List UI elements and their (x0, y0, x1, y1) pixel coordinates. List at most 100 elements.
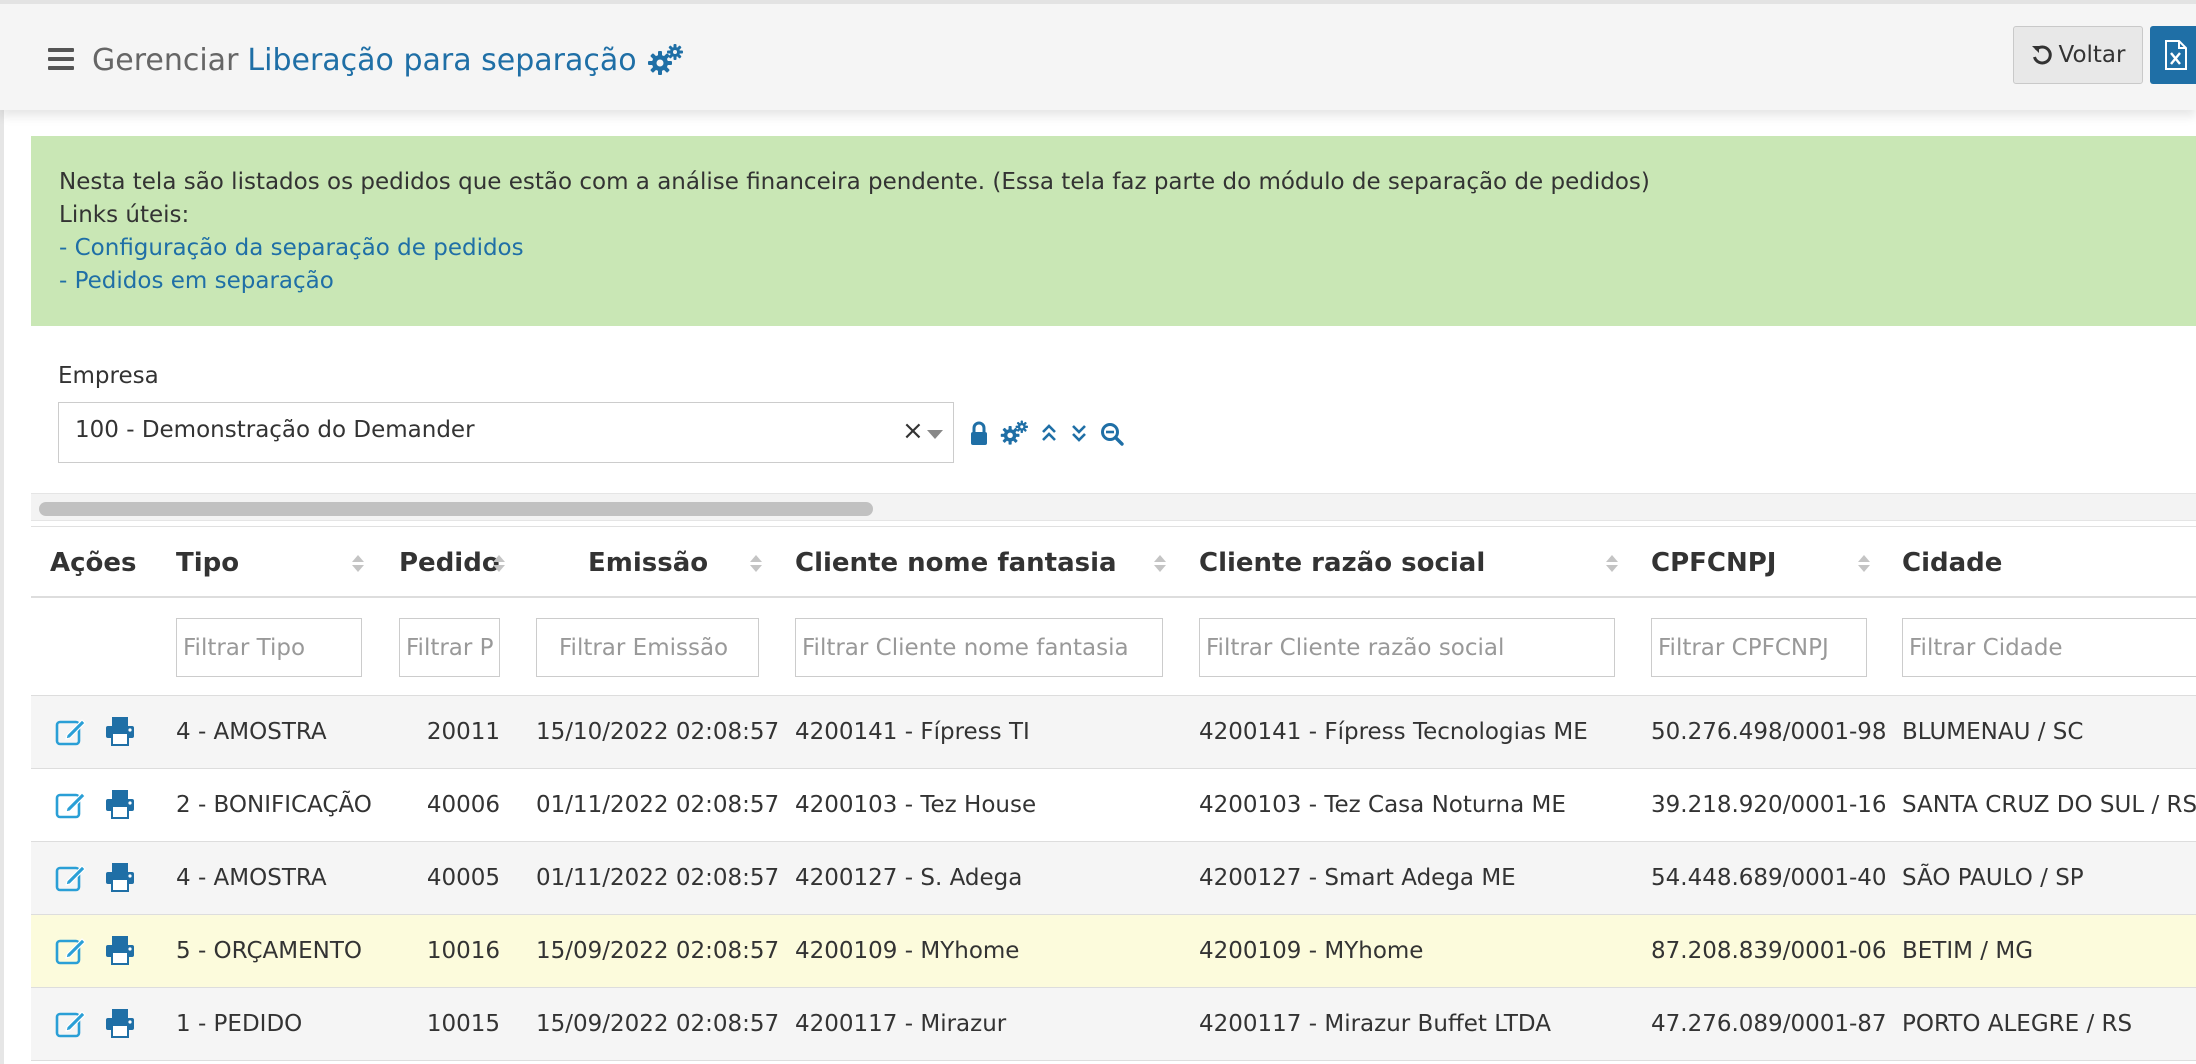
cell-tipo: 2 - BONIFICAÇÃO (176, 792, 372, 818)
cell-cpfcnpj: 47.276.089/0001-87 (1651, 1011, 1887, 1037)
table-row[interactable]: 4 - AMOSTRA 40005 01/11/2022 02:08:57 42001… (31, 842, 2196, 915)
cell-pedido: 20011 (426, 719, 500, 745)
expand-icon[interactable] (1070, 418, 1088, 448)
filter-razao-input[interactable] (1199, 618, 1615, 677)
orders-table: Ações Tipo Pedido Emissão Cliente nome f… (31, 526, 2196, 1061)
gears-icon[interactable] (1000, 418, 1028, 448)
cell-pedido: 10016 (426, 938, 500, 964)
zoom-out-icon[interactable] (1100, 418, 1126, 448)
cell-fantasia: 4200109 - MYhome (795, 938, 1020, 964)
lock-icon[interactable] (969, 418, 989, 448)
page: Gerenciar Liberação para separação Volta… (0, 0, 2196, 1064)
cell-razao: 4200141 - Fípress Tecnologias ME (1199, 719, 1588, 745)
edit-icon[interactable] (54, 787, 88, 821)
info-links-label: Links úteis: (59, 202, 190, 228)
filter-fantasia-input[interactable] (795, 618, 1163, 677)
print-icon[interactable] (103, 714, 137, 748)
cell-tipo: 1 - PEDIDO (176, 1011, 303, 1037)
sort-icon[interactable] (1858, 555, 1870, 573)
print-icon[interactable] (103, 1006, 137, 1040)
excel-file-icon (2165, 40, 2187, 70)
company-select-value: 100 - Demonstração do Demander (75, 417, 475, 443)
cell-cpfcnpj: 54.448.689/0001-40 (1651, 865, 1887, 891)
filter-row (31, 598, 2196, 696)
collapse-icon[interactable] (1040, 418, 1058, 448)
scrollbar-thumb[interactable] (39, 502, 873, 516)
cell-cidade: BETIM / MG (1902, 938, 2034, 964)
cell-razao: 4200127 - Smart Adega ME (1199, 865, 1516, 891)
cell-tipo: 4 - AMOSTRA (176, 719, 327, 745)
cell-cpfcnpj: 87.208.839/0001-06 (1651, 938, 1887, 964)
table-row[interactable]: 2 - BONIFICAÇÃO 40006 01/11/2022 02:08:57 4… (31, 769, 2196, 842)
filter-emissao-input[interactable] (536, 618, 759, 677)
filter-pedido-input[interactable] (399, 618, 500, 677)
cell-fantasia: 4200141 - Fípress TI (795, 719, 1030, 745)
chevron-down-icon[interactable] (927, 430, 943, 439)
table-body: 4 - AMOSTRA 20011 15/10/2022 02:08:57 42001… (31, 696, 2196, 1061)
cell-fantasia: 4200117 - Mirazur (795, 1011, 1007, 1037)
info-box: Nesta tela são listados os pedidos que e… (31, 136, 2196, 326)
col-header-razao[interactable]: Cliente razão social (1199, 527, 1485, 599)
cell-cidade: PORTO ALEGRE / RS (1902, 1011, 2133, 1037)
info-description: Nesta tela são listados os pedidos que e… (59, 169, 1650, 195)
cell-cpfcnpj: 39.218.920/0001-16 (1651, 792, 1887, 818)
cell-tipo: 5 - ORÇAMENTO (176, 938, 363, 964)
cell-cidade: SANTA CRUZ DO SUL / RS (1902, 792, 2196, 818)
filter-tipo-input[interactable] (176, 618, 362, 677)
cell-emissao: 15/10/2022 02:08:57 (536, 719, 780, 745)
cell-pedido: 40005 (426, 865, 500, 891)
col-header-cpfcnpj[interactable]: CPFCNPJ (1651, 527, 1776, 599)
page-title-prefix: Gerenciar (92, 42, 239, 78)
cell-pedido: 10015 (426, 1011, 500, 1037)
link-orders-in-separation[interactable]: - Pedidos em separação (59, 265, 2196, 298)
edit-icon[interactable] (54, 860, 88, 894)
top-bar: Gerenciar Liberação para separação Volta… (0, 0, 2196, 110)
edit-icon[interactable] (54, 933, 88, 967)
cell-emissao: 15/09/2022 02:08:57 (536, 938, 780, 964)
print-icon[interactable] (103, 933, 137, 967)
cell-cpfcnpj: 50.276.498/0001-98 (1651, 719, 1887, 745)
cell-cidade: SÃO PAULO / SP (1902, 865, 2084, 891)
edit-icon[interactable] (54, 714, 88, 748)
sort-icon[interactable] (1606, 555, 1618, 573)
horizontal-scrollbar[interactable] (31, 493, 2196, 521)
filter-cidade-input[interactable] (1902, 618, 2196, 677)
page-title: Gerenciar Liberação para separação (92, 38, 683, 82)
filter-cpfcnpj-input[interactable] (1651, 618, 1867, 677)
col-header-tipo[interactable]: Tipo (176, 527, 239, 599)
sort-icon[interactable] (352, 555, 364, 573)
menu-icon[interactable] (48, 48, 74, 70)
cell-pedido: 40006 (426, 792, 500, 818)
clear-selection-icon[interactable]: × (902, 417, 924, 445)
table-row[interactable]: 5 - ORÇAMENTO 10016 15/09/2022 02:08:57 420… (31, 915, 2196, 988)
cell-emissao: 15/09/2022 02:08:57 (536, 1011, 780, 1037)
cell-razao: 4200117 - Mirazur Buffet LTDA (1199, 1011, 1551, 1037)
back-button[interactable]: Voltar (2013, 26, 2143, 84)
cell-fantasia: 4200127 - S. Adega (795, 865, 1023, 891)
print-icon[interactable] (103, 860, 137, 894)
page-title-main: Liberação para separação (247, 42, 637, 78)
sort-icon[interactable] (493, 555, 505, 573)
gears-icon[interactable] (647, 43, 683, 77)
left-border (0, 110, 4, 1064)
table-row[interactable]: 4 - AMOSTRA 20011 15/10/2022 02:08:57 42001… (31, 696, 2196, 769)
back-button-label: Voltar (2058, 42, 2126, 68)
undo-icon (2031, 45, 2052, 65)
cell-razao: 4200103 - Tez Casa Noturna ME (1199, 792, 1566, 818)
col-header-emissao[interactable]: Emissão (588, 527, 708, 599)
edit-icon[interactable] (54, 1006, 88, 1040)
sort-icon[interactable] (1154, 555, 1166, 573)
export-excel-button[interactable] (2150, 26, 2196, 84)
cell-cidade: BLUMENAU / SC (1902, 719, 2084, 745)
sort-icon[interactable] (750, 555, 762, 573)
print-icon[interactable] (103, 787, 137, 821)
company-select[interactable]: 100 - Demonstração do Demander × (58, 402, 954, 463)
table-row[interactable]: 1 - PEDIDO 10015 15/09/2022 02:08:57 420011… (31, 988, 2196, 1061)
cell-emissao: 01/11/2022 02:08:57 (536, 792, 780, 818)
col-header-cidade[interactable]: Cidade (1902, 527, 2002, 599)
col-header-pedido[interactable]: Pedido (399, 527, 500, 599)
col-header-fantasia[interactable]: Cliente nome fantasia (795, 527, 1117, 599)
col-header-acoes: Ações (50, 548, 137, 578)
link-separation-config[interactable]: - Configuração da separação de pedidos (59, 232, 2196, 265)
cell-tipo: 4 - AMOSTRA (176, 865, 327, 891)
